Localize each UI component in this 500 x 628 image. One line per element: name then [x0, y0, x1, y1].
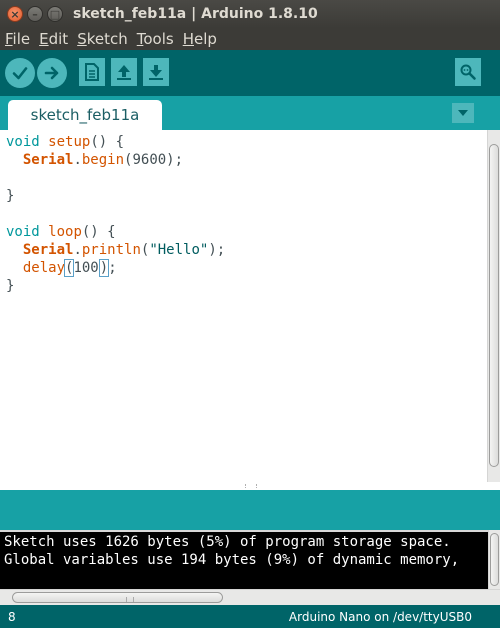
console-vertical-scrollbar[interactable]	[488, 530, 500, 589]
menu-file[interactable]: File	[0, 30, 34, 48]
open-icon	[117, 65, 131, 80]
tab-strip: sketch_feb11a	[0, 96, 500, 130]
editor-vertical-scrollbar[interactable]	[487, 130, 500, 482]
new-icon	[85, 63, 99, 81]
serial-monitor-button[interactable]	[455, 58, 481, 86]
title-bar: × – □ sketch_feb11a | Arduino 1.8.10	[0, 0, 500, 28]
upload-icon	[44, 66, 59, 80]
new-sketch-button[interactable]	[79, 58, 105, 86]
verify-button[interactable]	[5, 58, 35, 88]
console-scroll-thumb[interactable]	[490, 533, 499, 586]
menubar: File Edit Sketch Tools Help	[0, 28, 500, 50]
menu-edit[interactable]: Edit	[34, 30, 72, 48]
console-horizontal-scrollbar[interactable]	[0, 589, 500, 605]
toolbar	[0, 50, 500, 96]
divider-grip-icon[interactable]	[245, 484, 257, 488]
close-window-button[interactable]: ×	[7, 6, 23, 22]
open-sketch-button[interactable]	[111, 58, 137, 86]
code-text: void setup() { Serial.begin(9600); } voi…	[6, 134, 226, 294]
minimize-window-button[interactable]: –	[27, 6, 43, 22]
save-sketch-button[interactable]	[143, 58, 169, 86]
tab-menu-button[interactable]	[452, 103, 474, 123]
save-icon	[149, 65, 163, 80]
status-area	[0, 490, 500, 530]
console-output: Sketch uses 1626 bytes (5%) of program s…	[0, 530, 488, 589]
maximize-window-button[interactable]: □	[47, 6, 63, 22]
tab-sketch-feb11a[interactable]: sketch_feb11a	[8, 100, 162, 130]
console-hscroll-thumb[interactable]	[12, 592, 223, 603]
line-number: 8	[8, 610, 16, 624]
menu-help[interactable]: Help	[178, 30, 221, 48]
triangle-down-icon	[458, 110, 468, 116]
editor-scroll-thumb[interactable]	[489, 144, 499, 467]
window-title: sketch_feb11a | Arduino 1.8.10	[73, 6, 318, 22]
board-port-label: Arduino Nano on /dev/ttyUSB0	[288, 610, 472, 624]
code-editor[interactable]: void setup() { Serial.begin(9600); } voi…	[0, 130, 487, 482]
upload-button[interactable]	[37, 58, 67, 88]
hscroll-grip-icon	[126, 597, 134, 602]
console-line: Sketch uses 1626 bytes (5%) of program s…	[4, 534, 460, 550]
menu-tools[interactable]: Tools	[132, 30, 178, 48]
console-line: Global variables use 194 bytes (9%) of d…	[4, 552, 460, 568]
footer-bar: 8 Arduino Nano on /dev/ttyUSB0	[0, 605, 500, 628]
verify-icon	[12, 67, 28, 80]
menu-sketch[interactable]: Sketch	[72, 30, 132, 48]
serial-monitor-icon	[460, 64, 476, 80]
